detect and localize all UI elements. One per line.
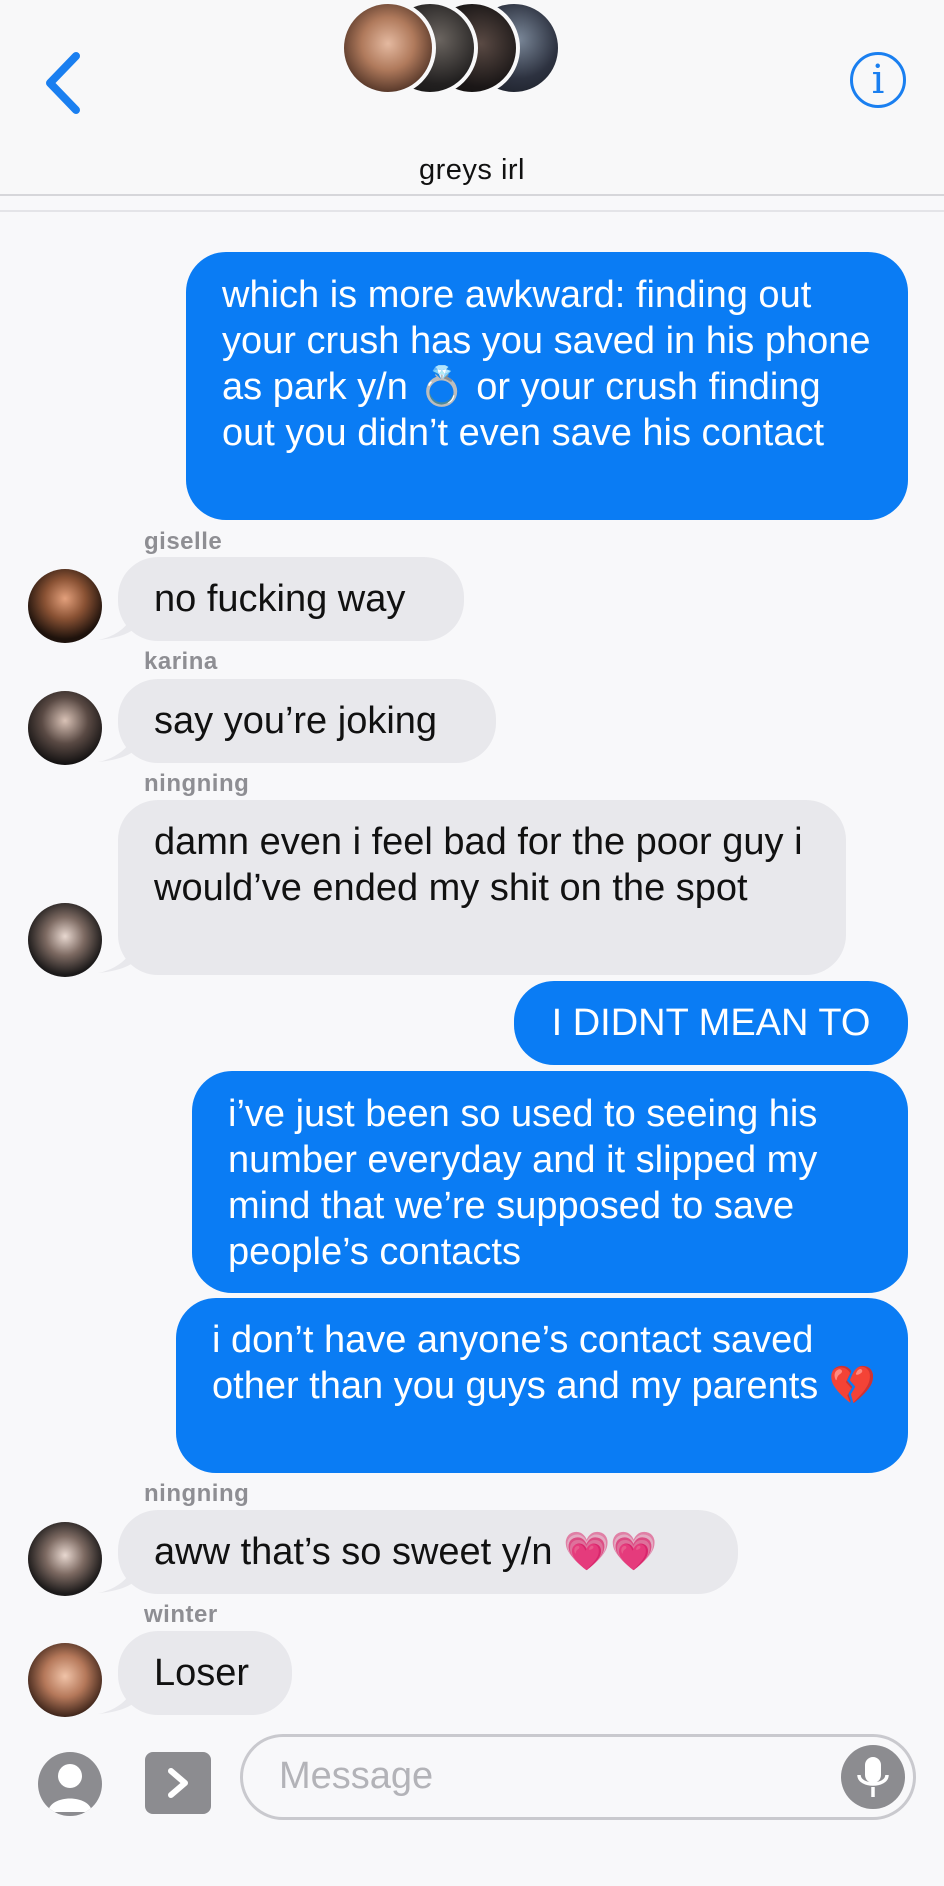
header-divider-secondary	[0, 210, 944, 212]
message-text: say you’re joking	[154, 700, 438, 742]
person-icon[interactable]	[38, 1752, 102, 1816]
outgoing-message[interactable]: which is more awkward: finding out your …	[186, 252, 908, 520]
conversation-title[interactable]: greys irl	[0, 154, 944, 187]
sender-name: winter	[144, 1601, 218, 1628]
sender-name: giselle	[144, 528, 223, 555]
message-text: i don’t have anyone’s contact saved othe…	[212, 1319, 877, 1407]
message-text: damn even i feel bad for the poor guy i …	[154, 821, 803, 909]
outgoing-message[interactable]: I DIDNT MEAN TO	[514, 981, 908, 1065]
message-text: i’ve just been so used to seeing his num…	[228, 1093, 818, 1273]
avatar[interactable]	[28, 1522, 102, 1596]
conversation-header: i greys irl	[0, 0, 944, 196]
group-avatars[interactable]	[340, 0, 570, 96]
avatar[interactable]	[28, 691, 102, 765]
avatar[interactable]	[28, 1643, 102, 1717]
avatar[interactable]	[28, 569, 102, 643]
sender-name: ningning	[144, 1480, 250, 1507]
sender-name: karina	[144, 648, 218, 675]
chevron-left-icon[interactable]	[40, 48, 90, 118]
message-text: no fucking way	[154, 578, 406, 620]
message-text: Loser	[154, 1652, 250, 1694]
outgoing-message[interactable]: i don’t have anyone’s contact saved othe…	[176, 1298, 908, 1473]
incoming-message[interactable]: say you’re joking	[118, 679, 496, 763]
message-text: aww that’s so sweet y/n 💗💗	[154, 1531, 658, 1573]
message-placeholder: Message	[279, 1755, 434, 1797]
incoming-message[interactable]: aww that’s so sweet y/n 💗💗	[118, 1510, 738, 1594]
message-text: I DIDNT MEAN TO	[551, 1002, 871, 1044]
incoming-message[interactable]: no fucking way	[118, 557, 464, 641]
avatar[interactable]	[28, 903, 102, 977]
info-icon[interactable]: i	[850, 52, 906, 108]
incoming-message[interactable]: Loser	[118, 1631, 292, 1715]
message-input[interactable]: Message	[240, 1734, 916, 1820]
microphone-icon[interactable]	[841, 1745, 905, 1809]
outgoing-message[interactable]: i’ve just been so used to seeing his num…	[192, 1071, 908, 1293]
incoming-message[interactable]: damn even i feel bad for the poor guy i …	[118, 800, 846, 975]
group-avatar-1	[340, 0, 436, 96]
message-text: which is more awkward: finding out your …	[222, 274, 871, 454]
sender-name: ningning	[144, 770, 250, 797]
chevron-right-icon[interactable]	[145, 1752, 211, 1814]
header-divider	[0, 194, 944, 196]
